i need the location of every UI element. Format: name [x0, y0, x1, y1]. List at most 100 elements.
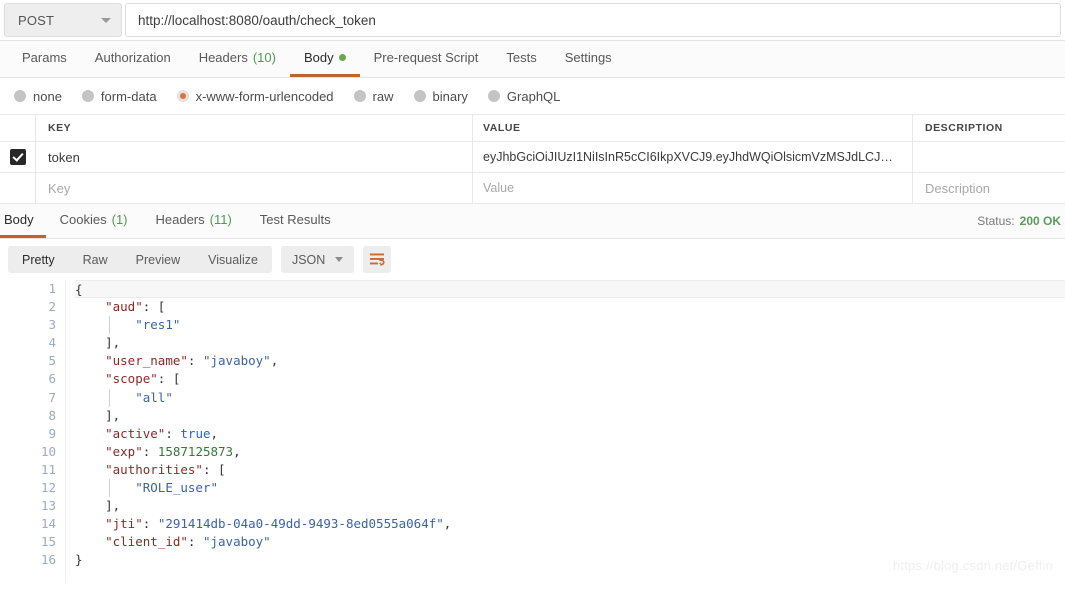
response-tab-cookies[interactable]: Cookies (1): [46, 204, 142, 238]
code-token: "javaboy": [202, 353, 271, 369]
line-number: 2: [48, 299, 56, 315]
tab-label: Headers: [198, 50, 248, 65]
line-number: 7: [48, 389, 56, 405]
body-type-radio-none[interactable]: none: [14, 89, 62, 104]
request-tab-authorization[interactable]: Authorization: [81, 41, 185, 77]
code-token: : [: [157, 371, 181, 387]
tab-label: Params: [22, 50, 67, 65]
line-number-gutter: 1 2 3 4 5 6 7 8 9 10 11 12 13 14 15 16: [0, 280, 66, 583]
code-token: : [: [142, 299, 166, 315]
radio-selected-icon[interactable]: [176, 90, 189, 102]
code-token: "user_name": [105, 353, 188, 369]
empty-description-input[interactable]: Description: [913, 173, 1065, 203]
row-value-input[interactable]: eyJhbGciOiJIUzI1NiIsInR5cCI6IkpXVCJ9.eyJ…: [473, 142, 913, 172]
code-token: "res1": [135, 317, 181, 333]
wrap-text-button[interactable]: [363, 246, 392, 273]
code-token: ],: [105, 335, 121, 351]
response-tab-headers[interactable]: Headers (11): [142, 204, 246, 238]
row-description-input[interactable]: [913, 142, 1065, 172]
response-tab-test-results[interactable]: Test Results: [246, 204, 345, 238]
chevron-down-icon: [335, 257, 344, 262]
response-body-code[interactable]: { "aud": [ "res1" ], "user_name": "javab…: [66, 280, 1065, 583]
view-mode-raw[interactable]: Raw: [69, 246, 122, 273]
body-type-radio-form-data[interactable]: form-data: [81, 89, 157, 104]
http-method-select[interactable]: POST: [4, 3, 122, 37]
response-status: Status: 200 OK: [977, 204, 1065, 238]
response-tab-body[interactable]: Body: [0, 204, 46, 238]
body-type-radio-graphql[interactable]: GraphQL: [487, 88, 561, 104]
request-tab-tests[interactable]: Tests: [492, 41, 550, 77]
line-number: 8: [48, 407, 56, 423]
code-token: :: [187, 353, 203, 369]
code-token: "all": [135, 389, 173, 405]
radio-unselected-icon[interactable]: [14, 90, 26, 102]
empty-value-input[interactable]: Value: [473, 173, 913, 203]
code-line: ],: [75, 497, 1065, 515]
line-number: 1: [48, 281, 56, 296]
request-tab-pre-request-script[interactable]: Pre-request Script: [360, 41, 493, 77]
indent-guide: [109, 316, 110, 335]
radio-unselected-icon[interactable]: [413, 90, 426, 102]
column-header-value: VALUE: [473, 115, 913, 141]
code-token: :: [165, 425, 181, 441]
code-token: : [: [202, 461, 226, 477]
code-token: "active": [105, 425, 166, 441]
view-mode-visualize[interactable]: Visualize: [194, 246, 272, 273]
column-header-description: DESCRIPTION: [925, 122, 1003, 134]
body-type-radio-raw[interactable]: raw: [353, 89, 394, 104]
empty-key-input[interactable]: Key: [36, 173, 473, 203]
radio-unselected-icon[interactable]: [81, 90, 94, 102]
tab-label: Headers: [155, 212, 205, 227]
line-number: 15: [40, 534, 56, 550]
header-check-cell: [0, 115, 36, 141]
table-row-empty: Key Value Description: [0, 173, 1065, 204]
radio-unselected-icon[interactable]: [487, 90, 500, 102]
response-format-select[interactable]: JSON: [280, 246, 355, 273]
column-header-key: KEY: [36, 115, 473, 141]
wrap-text-icon: [369, 253, 385, 266]
code-token: ],: [105, 498, 121, 514]
row-checkbox-cell[interactable]: [0, 142, 36, 172]
request-tab-settings[interactable]: Settings: [551, 41, 626, 77]
indent-guide: [109, 479, 110, 498]
radio-label: GraphQL: [506, 88, 561, 104]
tab-label: Settings: [564, 50, 612, 65]
tab-count-badge: (11): [209, 212, 232, 227]
request-tab-body[interactable]: Body: [289, 41, 360, 77]
response-body-json-viewer[interactable]: 1 2 3 4 5 6 7 8 9 10 11 12 13 14 15 16 { "aud": [ "res1…: [0, 280, 1065, 583]
body-type-radio-x-www-form-urlencoded[interactable]: x-www-form-urlencoded: [176, 89, 334, 104]
code-token: "jti": [105, 516, 143, 532]
code-line: "aud": [: [75, 298, 1065, 316]
response-format-label: JSON: [291, 252, 326, 267]
indent-guide: [109, 388, 110, 407]
view-mode-pretty[interactable]: Pretty: [8, 246, 69, 273]
line-number: 4: [48, 335, 56, 351]
code-token: :: [142, 443, 158, 459]
request-tab-params[interactable]: Params: [8, 41, 81, 77]
line-number: 10: [40, 443, 56, 459]
body-type-radio-binary[interactable]: binary: [413, 89, 468, 104]
row-key-input[interactable]: token: [36, 142, 473, 172]
url-input[interactable]: http://localhost:8080/oauth/check_token: [125, 3, 1061, 37]
line-number: 9: [48, 425, 56, 441]
empty-row-checkbox-cell[interactable]: [0, 173, 36, 203]
status-label: Status:: [977, 214, 1015, 228]
code-token: ,: [443, 516, 452, 532]
radio-unselected-icon[interactable]: [353, 90, 366, 102]
tab-count-badge: (10): [252, 50, 276, 65]
row-checkbox-checked-icon[interactable]: [9, 149, 26, 165]
request-tab-headers[interactable]: Headers (10): [185, 41, 290, 77]
code-token: ,: [270, 353, 279, 369]
view-mode-preview[interactable]: Preview: [122, 246, 194, 273]
code-token: ],: [105, 407, 121, 423]
code-token: ,: [210, 425, 219, 441]
